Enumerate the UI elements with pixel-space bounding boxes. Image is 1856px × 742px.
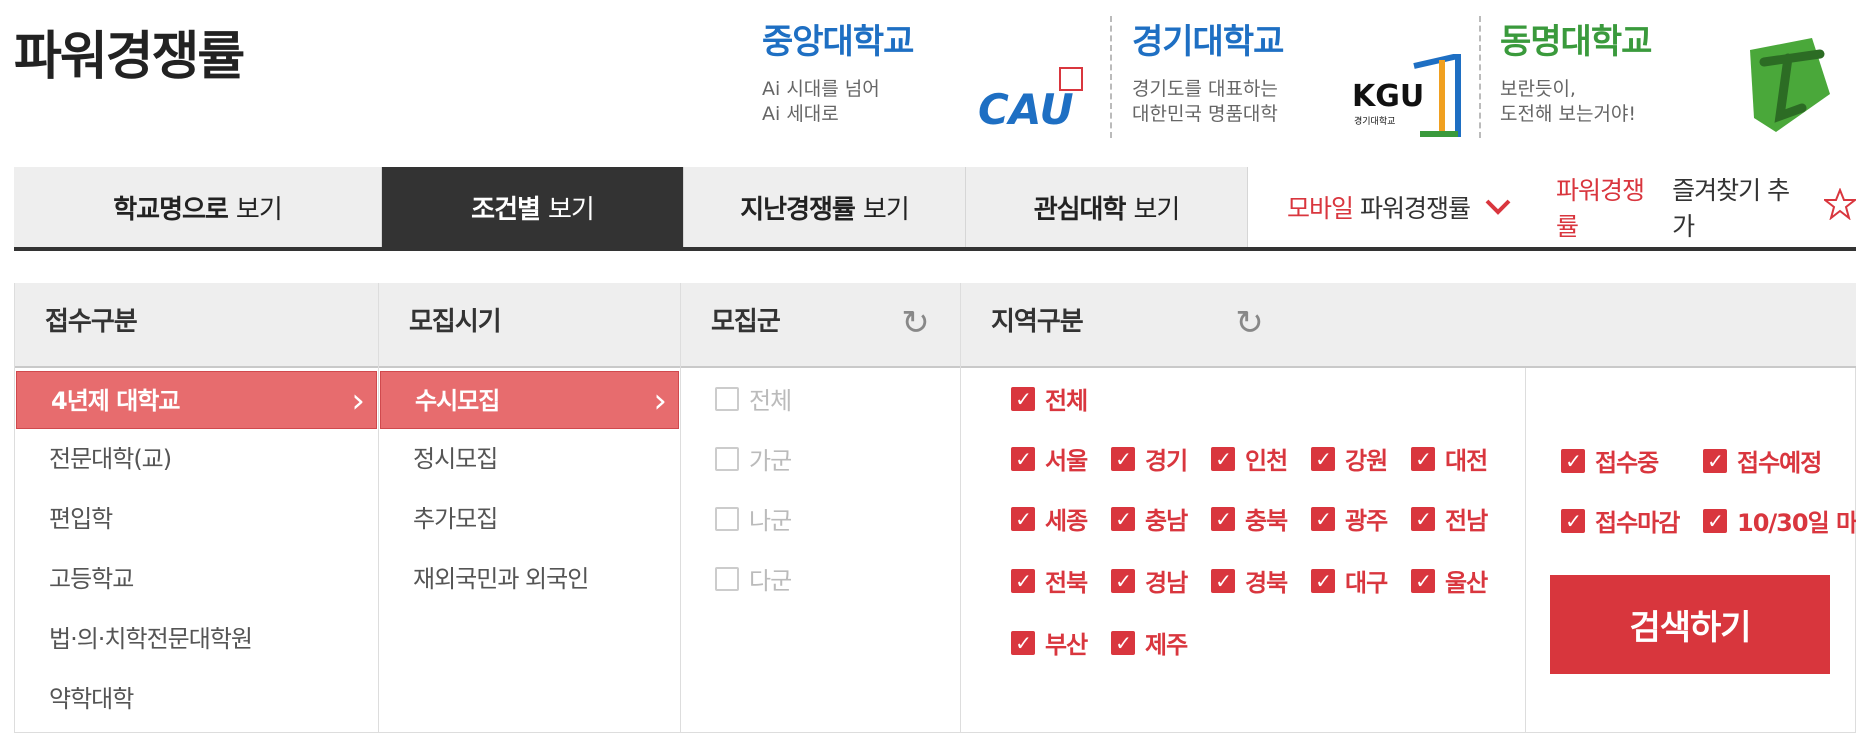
cau-logo-icon: CAU xyxy=(976,66,1086,136)
status-checkbox[interactable]: ✓ 접수마감 xyxy=(1561,503,1680,538)
search-button[interactable]: 검색하기 xyxy=(1550,575,1830,674)
kgu-logo-sub: 경기대학교 xyxy=(1354,115,1395,127)
region-divider xyxy=(1525,368,1526,733)
tu-logo-icon xyxy=(1740,28,1840,138)
favorite-link[interactable]: 파워경쟁률 즐겨찾기 추가 xyxy=(1556,167,1856,247)
apply-type-option[interactable]: 법·의·치학전문대학원 xyxy=(15,609,378,669)
apply-type-option[interactable]: 고등학교 xyxy=(15,549,378,609)
mobile-link-text: 파워경쟁률 xyxy=(1359,194,1471,223)
region-checkbox[interactable]: ✓ 충남 xyxy=(1111,501,1188,536)
region-checkbox[interactable]: ✓ 대구 xyxy=(1311,563,1388,598)
tab-by-condition-bold: 조건별 xyxy=(471,194,541,225)
chevron-down-icon xyxy=(1484,193,1512,222)
period-option[interactable]: 재외국민과 외국인 xyxy=(379,549,680,609)
tab-past-rates-light: 보기 xyxy=(862,194,910,225)
region-checkbox[interactable]: ✓ 경기 xyxy=(1111,441,1188,476)
group-checkbox[interactable]: 전체 xyxy=(715,381,792,416)
cau-logo-text: CAU xyxy=(978,85,1074,134)
favorite-link-text: 즐겨찾기 추가 xyxy=(1672,176,1790,241)
ad-kgu[interactable]: 경기대학교 경기도를 대표하는 대한민국 명품대학 KGU 경기대학교 xyxy=(1132,14,1472,137)
period-option[interactable]: 수시모집 › xyxy=(380,371,679,429)
tab-interest-bold: 관심대학 xyxy=(1033,194,1127,225)
group-checkbox[interactable]: 가군 xyxy=(715,441,792,476)
region-checkbox[interactable]: ✓ 세종 xyxy=(1011,501,1088,536)
tab-by-school-light: 보기 xyxy=(235,194,283,225)
tab-by-condition-light: 보기 xyxy=(547,194,595,225)
region-checkbox[interactable]: ✓ 인천 xyxy=(1211,441,1288,476)
group-checkbox[interactable]: 다군 xyxy=(715,561,792,596)
refresh-icon[interactable]: ↻ xyxy=(1229,303,1269,343)
apply-type-header: 접수구분 xyxy=(15,283,378,368)
tab-interest-light: 보기 xyxy=(1133,194,1180,225)
apply-type-option[interactable]: 편입학 xyxy=(15,489,378,549)
tab-past-rates[interactable]: 지난경쟁률 보기 xyxy=(684,167,966,247)
status-checkbox[interactable]: ✓ 접수중 xyxy=(1561,443,1659,478)
tab-by-school[interactable]: 학교명으로 보기 xyxy=(14,167,382,247)
group-column: 모집군 ↻ 전체 가군 나군 다군 xyxy=(681,283,961,733)
region-checkbox[interactable]: ✓ 경남 xyxy=(1111,563,1188,598)
region-checkbox[interactable]: ✓ 강원 xyxy=(1311,441,1388,476)
period-column: 모집시기 수시모집 › 정시모집 추가모집 재외국민과 외국인 xyxy=(379,283,681,733)
kgu-logo-text: KGU xyxy=(1352,79,1424,114)
status-checkbox[interactable]: ✓10/30일 마감 xyxy=(1703,503,1856,538)
tab-by-school-bold: 학교명으로 xyxy=(113,194,229,225)
region-checkbox[interactable]: ✓ 울산 xyxy=(1411,563,1488,598)
chevron-right-icon: › xyxy=(351,381,365,421)
mobile-link[interactable]: 모바일 파워경쟁률 xyxy=(1287,167,1512,247)
apply-type-option[interactable]: 약학대학 xyxy=(15,669,378,729)
region-header: 지역구분 ↻ xyxy=(961,283,1856,368)
status-checkbox[interactable]: ✓ 접수예정 xyxy=(1703,443,1822,478)
group-header: 모집군 ↻ xyxy=(681,283,960,368)
ad-cau[interactable]: 중앙대학교 Ai 시대를 넘어 Ai 세대로 CAU xyxy=(762,14,1102,134)
ad-cau-name: 중앙대학교 xyxy=(762,22,914,62)
mobile-link-red: 모바일 xyxy=(1287,194,1354,223)
tab-by-condition[interactable]: 조건별 보기 xyxy=(382,167,684,247)
ad-separator xyxy=(1110,16,1112,138)
tab-past-rates-bold: 지난경쟁률 xyxy=(740,194,856,225)
region-checkbox[interactable]: ✓ 제주 xyxy=(1111,625,1188,660)
period-option[interactable]: 추가모집 xyxy=(379,489,680,549)
chevron-right-icon: › xyxy=(653,381,667,421)
region-checkbox[interactable]: ✓ 대전 xyxy=(1411,441,1488,476)
region-checkbox[interactable]: ✓ 전남 xyxy=(1411,501,1488,536)
region-checkbox[interactable]: ✓ 서울 xyxy=(1011,441,1088,476)
star-icon xyxy=(1822,187,1856,226)
favorite-link-red: 파워경쟁률 xyxy=(1556,176,1645,241)
region-checkbox[interactable]: ✓ 충북 xyxy=(1211,501,1288,536)
kgu-logo-icon: KGU 경기대학교 xyxy=(1350,52,1462,138)
page-title: 파워경쟁률 xyxy=(14,27,245,87)
apply-type-option[interactable]: 4년제 대학교 › xyxy=(16,371,377,429)
ad-tu[interactable]: 동명대학교 보란듯이, 도전해 보는거야! xyxy=(1500,14,1856,134)
period-header: 모집시기 xyxy=(379,283,680,368)
region-checkbox[interactable]: ✓ 경북 xyxy=(1211,563,1288,598)
tab-interest[interactable]: 관심대학 보기 xyxy=(966,167,1248,247)
region-checkbox-all[interactable]: ✓ 전체 xyxy=(1011,381,1088,416)
period-option[interactable]: 정시모집 xyxy=(379,429,680,489)
view-tabs: 학교명으로 보기 조건별 보기 지난경쟁률 보기 관심대학 보기 모바일 파워경… xyxy=(14,167,1856,251)
group-checkbox[interactable]: 나군 xyxy=(715,501,792,536)
apply-type-option[interactable]: 전문대학(교) xyxy=(15,429,378,489)
refresh-icon[interactable]: ↻ xyxy=(895,303,935,343)
region-checkbox[interactable]: ✓ 부산 xyxy=(1011,625,1088,660)
region-checkbox[interactable]: ✓ 광주 xyxy=(1311,501,1388,536)
region-checkbox[interactable]: ✓ 전북 xyxy=(1011,563,1088,598)
apply-type-column: 접수구분 4년제 대학교 › 전문대학(교) 편입학 고등학교 법·의·치학전문대… xyxy=(15,283,379,733)
ad-separator xyxy=(1479,16,1481,138)
